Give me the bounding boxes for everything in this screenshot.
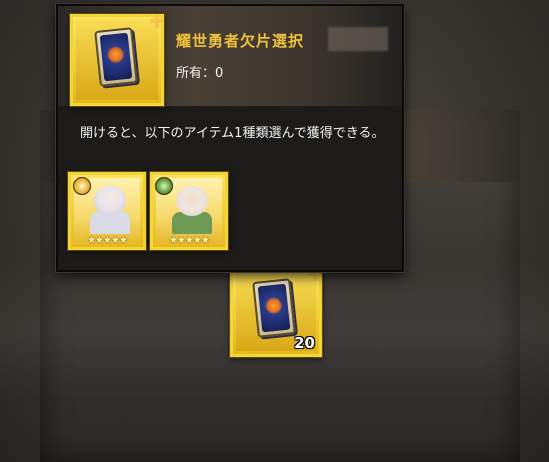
nature-emblem-icon xyxy=(155,177,173,195)
item-name: 耀世勇者欠片選択 xyxy=(176,32,305,50)
item-tooltip: 耀世勇者欠片選択 所有：0 開けると、以下のアイテム1種類選んで獲得できる。 ★… xyxy=(56,4,404,272)
blurred-overlay xyxy=(328,27,388,51)
choice-hero-green[interactable]: ★★★★★ xyxy=(150,172,228,250)
shard-card-icon xyxy=(94,27,138,87)
rarity-stars: ★★★★★ xyxy=(87,235,128,246)
choice-hero-silver[interactable]: ★★★★★ xyxy=(68,172,146,250)
reward-item-hero-shard-selector[interactable]: 20 xyxy=(230,267,322,357)
owned-count: 所有：0 xyxy=(176,66,224,81)
tooltip-item-icon xyxy=(70,14,164,106)
rarity-stars: ★★★★★ xyxy=(169,235,210,246)
reward-count: 20 xyxy=(294,334,315,352)
item-description: 開けると、以下のアイテム1種類選んで獲得できる。 xyxy=(80,126,385,141)
shard-card-icon xyxy=(252,278,296,338)
light-emblem-icon xyxy=(73,177,91,195)
